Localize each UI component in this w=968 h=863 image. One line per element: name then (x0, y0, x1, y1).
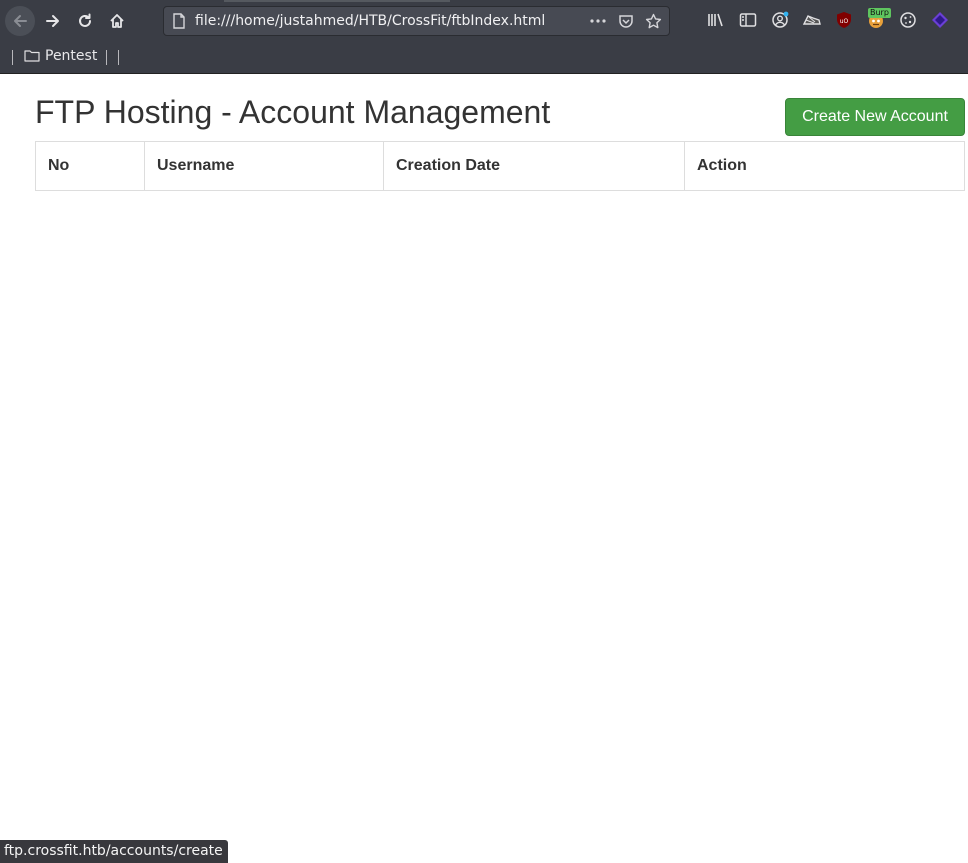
column-header-no: No (35, 141, 145, 191)
status-bar-link-preview: ftp.crossfit.htb/accounts/create (0, 840, 228, 863)
burp-badge: Burp (868, 8, 891, 18)
folder-icon (24, 50, 40, 62)
layers-extension-icon[interactable] (930, 10, 950, 30)
page-icon (172, 13, 186, 33)
column-header-username: Username (144, 141, 384, 191)
bookmark-star-icon[interactable] (645, 13, 662, 34)
back-arrow-icon (14, 15, 27, 27)
column-header-action: Action (684, 141, 965, 191)
url-text[interactable]: file:///home/justahmed/HTB/CrossFit/ftbI… (195, 13, 545, 29)
browser-toolbar: file:///home/justahmed/HTB/CrossFit/ftbI… (0, 0, 968, 42)
column-header-creation-date: Creation Date (383, 141, 685, 191)
bookmark-separator (106, 50, 107, 65)
back-button[interactable] (5, 6, 35, 36)
home-button[interactable] (102, 6, 132, 36)
extension-shoe-icon[interactable] (802, 10, 822, 30)
cookie-icon[interactable] (898, 10, 918, 30)
reload-button[interactable] (70, 6, 100, 36)
page-title: FTP Hosting - Account Management (35, 94, 551, 130)
bookmarks-bar: Pentest (0, 42, 968, 74)
svg-text:uO: uO (840, 18, 849, 25)
bookmark-separator (118, 50, 119, 65)
forward-arrow-icon (46, 15, 59, 27)
bookmark-folder-pentest[interactable]: Pentest (24, 48, 97, 64)
ublock-icon[interactable]: uO (834, 10, 854, 30)
home-icon (110, 14, 124, 28)
accounts-table: No Username Creation Date Action (35, 141, 965, 191)
library-icon[interactable] (706, 10, 726, 30)
more-actions-icon[interactable] (589, 13, 607, 33)
forward-button[interactable] (38, 6, 68, 36)
reload-icon (79, 13, 91, 27)
account-icon[interactable] (770, 10, 790, 30)
bookmark-separator (12, 50, 13, 65)
create-new-account-button[interactable]: Create New Account (785, 98, 965, 136)
pocket-icon[interactable] (618, 13, 634, 33)
sidebar-icon[interactable] (738, 10, 758, 30)
bookmark-label: Pentest (45, 48, 98, 64)
table-header-row: No Username Creation Date Action (35, 141, 965, 191)
url-bar[interactable]: file:///home/justahmed/HTB/CrossFit/ftbI… (163, 6, 670, 36)
active-tab-indicator (224, 0, 450, 2)
